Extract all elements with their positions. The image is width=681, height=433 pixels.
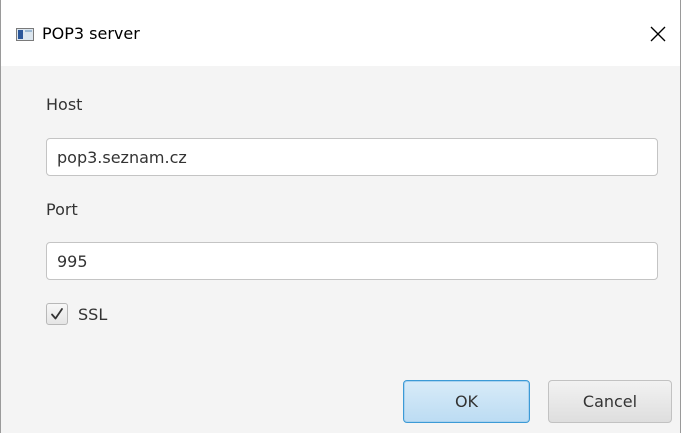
- ssl-checkbox[interactable]: [46, 303, 68, 325]
- close-button[interactable]: [635, 14, 681, 54]
- pop3-server-dialog: POP3 server Host Port SSL OK Cancel: [0, 0, 681, 433]
- ok-button[interactable]: OK: [403, 380, 530, 423]
- ssl-option[interactable]: SSL: [46, 301, 107, 327]
- close-icon: [650, 26, 666, 42]
- window-title: POP3 server: [42, 24, 140, 43]
- cancel-button[interactable]: Cancel: [548, 380, 672, 423]
- port-input[interactable]: [46, 242, 658, 280]
- title-bar: POP3 server: [1, 0, 680, 66]
- port-label: Port: [46, 200, 78, 219]
- host-label: Host: [46, 95, 83, 114]
- checkmark-icon: [51, 308, 63, 320]
- host-input[interactable]: [46, 138, 658, 176]
- app-window-icon: [16, 28, 34, 41]
- ssl-label: SSL: [78, 304, 108, 324]
